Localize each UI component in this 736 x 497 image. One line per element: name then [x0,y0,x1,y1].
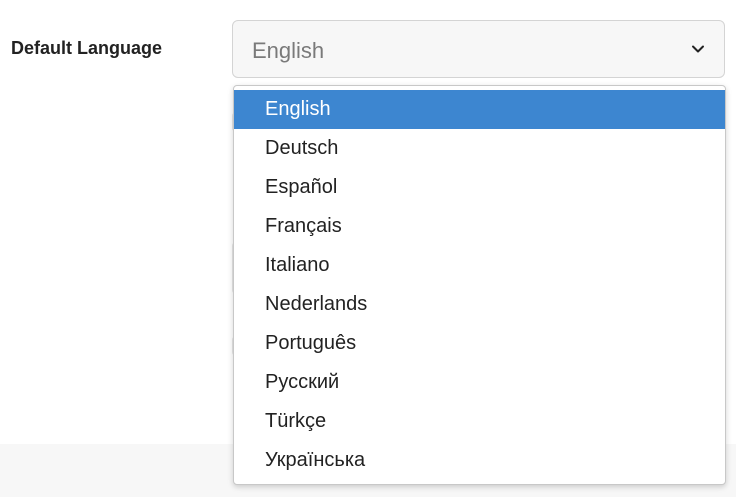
language-dropdown-list[interactable]: English Deutsch Español Français Italian… [233,85,726,485]
default-language-label: Default Language [11,38,163,58]
language-option-italiano[interactable]: Italiano [234,246,725,285]
language-option-english[interactable]: English [234,90,725,129]
language-option-russian[interactable]: Русский [234,363,725,402]
selected-language-value: English [252,38,325,63]
language-option-espanol[interactable]: Español [234,168,725,207]
language-option-francais[interactable]: Français [234,207,725,246]
language-option-ukrainian[interactable]: Українська [234,441,725,480]
language-option-nederlands[interactable]: Nederlands [234,285,725,324]
chevron-down-icon [692,45,704,53]
default-language-select[interactable]: English [232,20,725,78]
language-option-turkce[interactable]: Türkçe [234,402,725,441]
language-option-deutsch[interactable]: Deutsch [234,129,725,168]
language-option-portugues[interactable]: Português [234,324,725,363]
